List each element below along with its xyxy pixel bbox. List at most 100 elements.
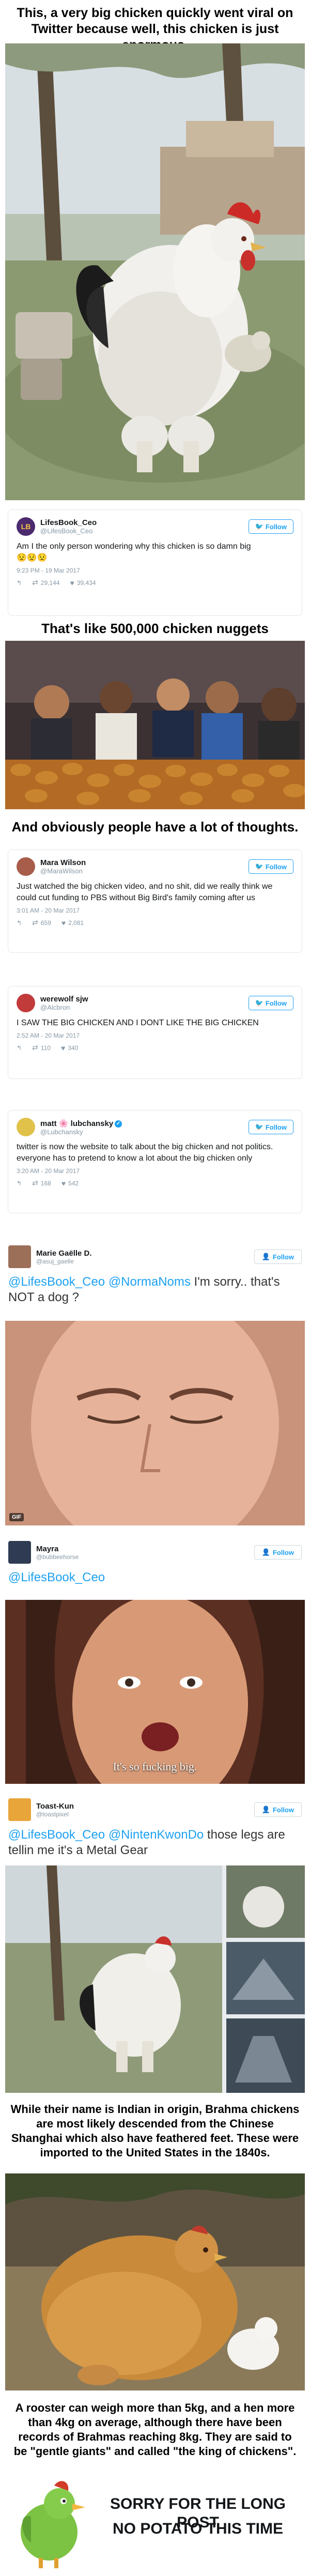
like-action[interactable]: ♥ 340 bbox=[61, 1044, 78, 1052]
follow-button[interactable]: 👤 Follow bbox=[254, 1250, 302, 1264]
brahma-caption: While their name is Indian in origin, Br… bbox=[10, 2103, 300, 2159]
reply-text: @LifesBook_Ceo @NormaNoms I'm sorry.. th… bbox=[8, 1274, 302, 1305]
tweet-time[interactable]: 9:23 PM - 19 Mar 2017 bbox=[17, 567, 293, 574]
retweet-action[interactable]: ⇄ 168 bbox=[32, 1179, 51, 1187]
handle[interactable]: @bubbeehorse bbox=[36, 1553, 79, 1561]
retweet-count: 168 bbox=[40, 1179, 51, 1187]
avatar[interactable] bbox=[17, 1118, 35, 1136]
like-count: 39,434 bbox=[76, 579, 96, 587]
like-count: 2,081 bbox=[68, 919, 84, 927]
handle[interactable]: @toastpixel bbox=[36, 1811, 74, 1818]
tweet-time[interactable]: 3:20 AM - 20 Mar 2017 bbox=[17, 1167, 293, 1175]
gif-caption: It's so fucking big. bbox=[113, 1760, 197, 1773]
tweet-card: LB LifesBook_Ceo @LifesBook_Ceo 🐦 Follow… bbox=[8, 510, 302, 616]
follow-button[interactable]: 👤 Follow bbox=[254, 1545, 302, 1560]
follow-button[interactable]: 🐦 Follow bbox=[248, 859, 293, 874]
reply-icon[interactable]: ↰ bbox=[17, 919, 22, 927]
retweet-icon: ⇄ bbox=[32, 918, 38, 927]
handle[interactable]: @asuj_gaelle bbox=[36, 1258, 92, 1265]
footer: SORRY FOR THE LONG POST NO POTATO THIS T… bbox=[0, 2470, 310, 2573]
handle[interactable]: @LifesBook_Ceo bbox=[40, 527, 249, 535]
tweet-text: I SAW THE BIG CHICKEN AND I DONT LIKE TH… bbox=[17, 1019, 259, 1027]
display-name[interactable]: Mayra bbox=[36, 1545, 79, 1553]
add-user-icon: 👤 bbox=[261, 1253, 270, 1260]
display-name[interactable]: LifesBook_Ceo bbox=[40, 518, 249, 527]
retweet-count: 110 bbox=[40, 1044, 51, 1052]
reply-text: @LifesBook_Ceo @NintenKwonDo those legs … bbox=[8, 1827, 302, 1858]
reaction-gif[interactable]: It's so fucking big. bbox=[5, 1600, 305, 1784]
twitter-bird-icon: 🐦 bbox=[255, 862, 264, 870]
tweet-card: werewolf sjw @Alcbron 🐦 Follow I SAW THE… bbox=[8, 986, 302, 1079]
avatar[interactable] bbox=[8, 1245, 31, 1268]
avatar[interactable] bbox=[17, 857, 35, 876]
handle[interactable]: @Alcbron bbox=[40, 1004, 249, 1011]
tweet-actions: ↰ ⇄ 659 ♥ 2,081 bbox=[17, 918, 293, 927]
tweet-text: twitter is now the website to talk about… bbox=[17, 1143, 273, 1163]
like-count: 542 bbox=[68, 1179, 79, 1187]
follow-button[interactable]: 🐦 Follow bbox=[248, 519, 293, 534]
gif-badge: GIF bbox=[9, 1513, 24, 1521]
heart-icon: ♥ bbox=[60, 1043, 66, 1052]
tweet-body: Am I the only person wondering why this … bbox=[17, 542, 251, 551]
like-action[interactable]: ♥ 542 bbox=[61, 1179, 79, 1187]
display-name[interactable]: Toast-Kun bbox=[36, 1802, 74, 1811]
tweet-card: Mara Wilson @MaraWilson 🐦 Follow Just wa… bbox=[8, 850, 302, 953]
like-action[interactable]: ♥ 39,434 bbox=[70, 579, 96, 587]
twitter-bird-icon: 🐦 bbox=[255, 999, 264, 1007]
retweet-count: 659 bbox=[40, 919, 51, 927]
tweet-text: Am I the only person wondering why this … bbox=[17, 541, 293, 564]
reply-text: @LifesBook_Ceo bbox=[8, 1570, 302, 1585]
reply-icon[interactable]: ↰ bbox=[17, 1180, 22, 1187]
handle[interactable]: @MaraWilson bbox=[40, 867, 249, 875]
follow-button[interactable]: 🐦 Follow bbox=[248, 1120, 293, 1134]
reply-card: Toast-Kun @toastpixel 👤 Follow @LifesBoo… bbox=[5, 1794, 305, 1862]
heart-icon: ♥ bbox=[61, 1179, 66, 1187]
retweet-icon: ⇄ bbox=[32, 578, 38, 587]
follow-label: Follow bbox=[265, 522, 287, 531]
add-user-icon: 👤 bbox=[261, 1806, 270, 1813]
mention-link[interactable]: @NormaNoms bbox=[109, 1275, 191, 1289]
follow-button[interactable]: 🐦 Follow bbox=[248, 996, 293, 1010]
reply-icon[interactable]: ↰ bbox=[17, 1044, 22, 1052]
handle[interactable]: @Lubchansky bbox=[40, 1128, 249, 1136]
giant-chicken-photo bbox=[5, 43, 305, 500]
retweet-action[interactable]: ⇄ 659 bbox=[32, 918, 51, 927]
retweet-action[interactable]: ⇄ 110 bbox=[32, 1043, 51, 1052]
avatar[interactable]: LB bbox=[17, 517, 35, 536]
follow-label: Follow bbox=[265, 999, 287, 1007]
avatar[interactable] bbox=[8, 1798, 31, 1821]
display-name[interactable]: matt 🌸 lubchansky ✓ bbox=[40, 1119, 249, 1128]
avatar[interactable] bbox=[8, 1541, 31, 1564]
verified-icon: ✓ bbox=[115, 1120, 122, 1128]
tweet-time[interactable]: 3:01 AM - 20 Mar 2017 bbox=[17, 907, 293, 914]
display-name[interactable]: Mara Wilson bbox=[40, 858, 249, 867]
follow-label: Follow bbox=[272, 1548, 294, 1556]
mention-link[interactable]: @LifesBook_Ceo bbox=[8, 1828, 105, 1842]
reply-card: Mayra @bubbeehorse 👤 Follow @LifesBook_C… bbox=[5, 1537, 305, 1590]
twitter-bird-icon: 🐦 bbox=[255, 522, 264, 530]
tweet-time[interactable]: 2:52 AM - 20 Mar 2017 bbox=[17, 1032, 293, 1039]
avatar[interactable] bbox=[17, 994, 35, 1012]
follow-label: Follow bbox=[265, 862, 287, 871]
like-action[interactable]: ♥ 2,081 bbox=[61, 919, 84, 927]
retweet-count: 29,144 bbox=[40, 579, 60, 587]
display-name[interactable]: Marie Gaëlle D. bbox=[36, 1249, 92, 1258]
tweet-card: matt 🌸 lubchansky ✓ @Lubchansky 🐦 Follow … bbox=[8, 1110, 302, 1213]
zombie-chicken-icon bbox=[10, 2475, 88, 2568]
mention-link[interactable]: @LifesBook_Ceo bbox=[8, 1275, 105, 1289]
tweet-actions: ↰ ⇄ 168 ♥ 542 bbox=[17, 1179, 293, 1187]
nuggets-caption: That's like 500,000 chicken nuggets bbox=[41, 621, 269, 636]
follow-label: Follow bbox=[272, 1806, 294, 1814]
reply-card: Marie Gaëlle D. @asuj_gaelle 👤 Follow @L… bbox=[5, 1241, 305, 1309]
reply-icon[interactable]: ↰ bbox=[17, 579, 22, 587]
tweet-actions: ↰ ⇄ 29,144 ♥ 39,434 bbox=[17, 578, 293, 587]
mention-link[interactable]: @NintenKwonDo bbox=[109, 1828, 204, 1842]
mention-link[interactable]: @LifesBook_Ceo bbox=[8, 1570, 105, 1584]
follow-button[interactable]: 👤 Follow bbox=[254, 1802, 302, 1817]
retweet-action[interactable]: ⇄ 29,144 bbox=[32, 578, 59, 587]
thoughts-caption: And obviously people have a lot of thoug… bbox=[11, 819, 299, 835]
reaction-gif[interactable]: GIF bbox=[5, 1321, 305, 1525]
add-user-icon: 👤 bbox=[261, 1548, 270, 1556]
display-name[interactable]: werewolf sjw bbox=[40, 995, 249, 1004]
twitter-bird-icon: 🐦 bbox=[255, 1123, 264, 1131]
